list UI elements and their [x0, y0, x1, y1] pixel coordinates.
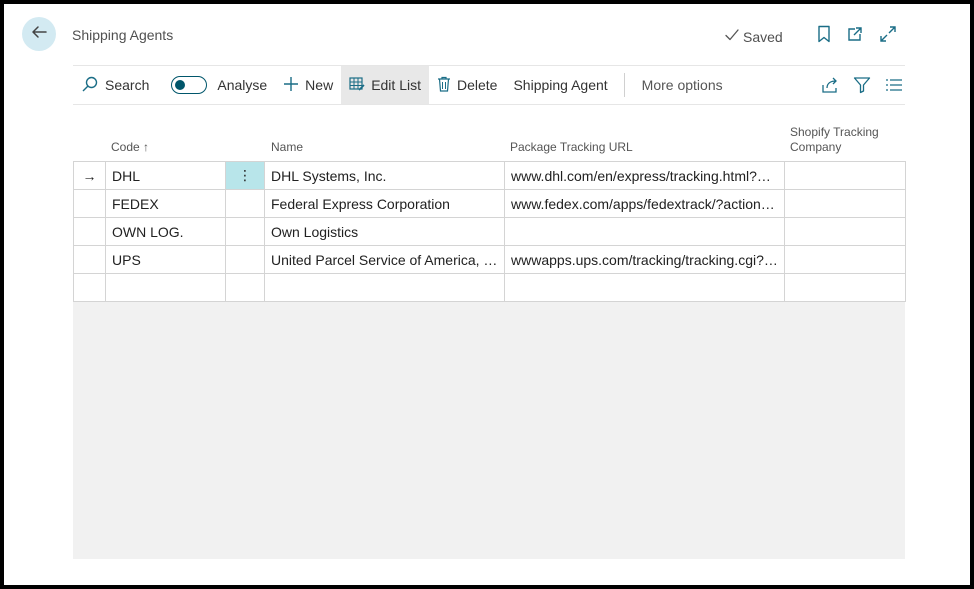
- column-header-shopify[interactable]: Shopify Tracking Company: [790, 125, 890, 155]
- row-selector[interactable]: [73, 273, 106, 302]
- arrow-left-icon: [30, 23, 48, 46]
- page-frame: Shipping Agents Saved Search Analyse New…: [4, 4, 970, 585]
- back-button[interactable]: [22, 17, 56, 51]
- trash-icon: [437, 76, 451, 95]
- bookmark-icon[interactable]: [815, 25, 833, 43]
- row-menu-icon[interactable]: ⋮: [225, 161, 265, 190]
- column-header-code[interactable]: Code ↑: [111, 140, 149, 155]
- cell-tracking-url[interactable]: wwwapps.ups.com/tracking/tracking.cgi?tr…: [504, 245, 785, 274]
- expand-icon[interactable]: [879, 25, 897, 43]
- edit-list-button[interactable]: Edit List: [341, 66, 429, 104]
- row-menu-cell[interactable]: [225, 217, 265, 246]
- cell-shopify[interactable]: [784, 161, 906, 190]
- more-options-button[interactable]: More options: [634, 66, 731, 104]
- table-row[interactable]: UPS United Parcel Service of America, In…: [73, 245, 906, 274]
- delete-button[interactable]: Delete: [429, 66, 505, 104]
- row-selector[interactable]: [73, 245, 106, 274]
- cell-shopify[interactable]: [784, 245, 906, 274]
- cell-code[interactable]: UPS: [105, 245, 226, 274]
- more-options-label: More options: [641, 77, 723, 93]
- grid-header: Code ↑ Name Package Tracking URL Shopify…: [73, 114, 905, 161]
- page-title: Shipping Agents: [72, 27, 174, 43]
- shipping-agent-menu[interactable]: Shipping Agent: [505, 66, 615, 104]
- row-menu-cell[interactable]: [225, 273, 265, 302]
- row-menu-cell[interactable]: [225, 189, 265, 218]
- table-row[interactable]: FEDEX Federal Express Corporation www.fe…: [73, 189, 906, 218]
- filter-icon[interactable]: [853, 76, 871, 94]
- open-new-window-icon[interactable]: [846, 25, 864, 43]
- row-selector[interactable]: [73, 189, 106, 218]
- sort-ascending-icon: ↑: [143, 140, 150, 154]
- checkmark-icon: [724, 27, 740, 46]
- cell-tracking-url[interactable]: www.fedex.com/apps/fedextrack/?action=tr…: [504, 189, 785, 218]
- cell-code[interactable]: [105, 273, 226, 302]
- row-menu-cell[interactable]: [225, 245, 265, 274]
- edit-table-icon: [349, 76, 365, 95]
- cell-shopify[interactable]: [784, 189, 906, 218]
- cell-shopify[interactable]: [784, 217, 906, 246]
- column-header-tracking-url[interactable]: Package Tracking URL: [510, 140, 633, 155]
- current-row-arrow-icon: →: [73, 161, 106, 190]
- table-row[interactable]: → DHL ⋮ DHL Systems, Inc. www.dhl.com/en…: [73, 161, 906, 190]
- toggle-switch[interactable]: [171, 76, 208, 94]
- cell-name[interactable]: United Parcel Service of America, Inc.: [264, 245, 505, 274]
- new-button[interactable]: New: [275, 66, 341, 104]
- table-row[interactable]: OWN LOG. Own Logistics: [73, 217, 906, 246]
- cell-name[interactable]: [264, 273, 505, 302]
- cell-tracking-url[interactable]: www.dhl.com/en/express/tracking.html?AWB…: [504, 161, 785, 190]
- shipping-agent-label: Shipping Agent: [513, 77, 608, 93]
- list-view-icon[interactable]: [885, 76, 903, 94]
- new-label: New: [305, 77, 334, 93]
- table-row-new[interactable]: [73, 273, 906, 302]
- action-toolbar: Search Analyse New Edit List Delete Ship…: [73, 65, 905, 105]
- cell-tracking-url[interactable]: [504, 217, 785, 246]
- cell-tracking-url[interactable]: [504, 273, 785, 302]
- plus-icon: [283, 76, 299, 95]
- cell-shopify[interactable]: [784, 273, 906, 302]
- toolbar-divider: [623, 73, 625, 97]
- cell-code[interactable]: OWN LOG.: [105, 217, 226, 246]
- cell-code[interactable]: DHL: [105, 161, 226, 190]
- cell-name[interactable]: Federal Express Corporation: [264, 189, 505, 218]
- saved-status: Saved: [724, 27, 783, 46]
- saved-label: Saved: [743, 28, 783, 45]
- row-selector[interactable]: [73, 217, 106, 246]
- shipping-agents-table: → DHL ⋮ DHL Systems, Inc. www.dhl.com/en…: [73, 161, 906, 302]
- cell-code[interactable]: FEDEX: [105, 189, 226, 218]
- column-header-name[interactable]: Name: [271, 140, 303, 155]
- code-header-label: Code: [111, 140, 140, 154]
- edit-list-label: Edit List: [371, 77, 421, 93]
- cell-name[interactable]: Own Logistics: [264, 217, 505, 246]
- cell-name[interactable]: DHL Systems, Inc.: [264, 161, 505, 190]
- toolbar-right-actions: [821, 66, 905, 104]
- search-icon: [81, 75, 99, 96]
- analyse-label: Analyse: [217, 77, 268, 93]
- share-icon[interactable]: [821, 76, 839, 94]
- search-label: Search: [105, 77, 150, 93]
- search-button[interactable]: Search: [73, 66, 157, 104]
- delete-label: Delete: [457, 77, 498, 93]
- analyse-toggle[interactable]: Analyse: [157, 66, 275, 104]
